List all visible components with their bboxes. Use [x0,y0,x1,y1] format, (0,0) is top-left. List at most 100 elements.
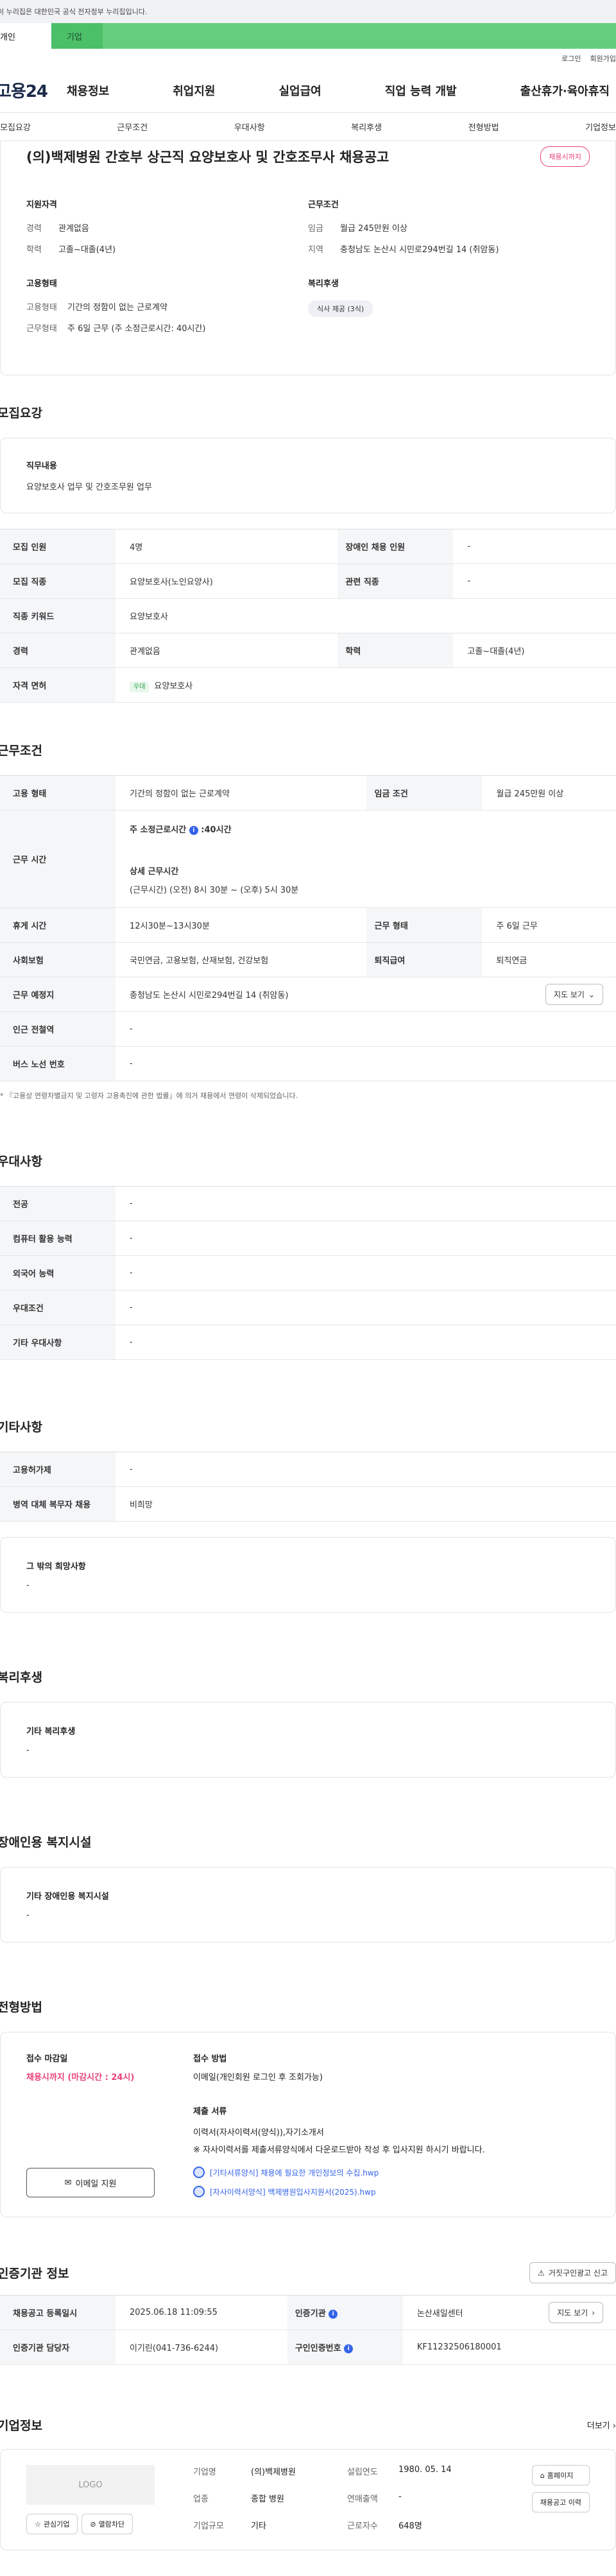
info-icon[interactable]: i [344,2344,354,2353]
related-label: 관련 직종 [338,563,454,599]
employ-type-label: 고용 형태 [0,775,116,811]
download-icon [193,2186,205,2197]
edu-row-label: 학력 [338,633,454,668]
org-value: 논산새일센터 [416,2309,463,2319]
career-label: 경력 [26,224,42,234]
wish-box: 그 밖의 희망사항 - [0,1537,616,1613]
org-cell: 논산새일센터 지도 보기 › [402,2295,616,2330]
agency-map-button[interactable]: 지도 보기 › [549,2302,603,2323]
table-row: 우대조건 - [0,1290,616,1325]
welfare-box-text: - [26,1746,30,1755]
recruit-table: 모집 인원 4명 장애인 채용 인원 - 모집 직종 요양보호사(노인요양사) … [0,529,616,703]
home-icon: ⌂ [540,2471,545,2480]
major-label: 전공 [0,1186,116,1221]
table-row: 인근 전철역 - [0,1011,616,1047]
detail-hours-value: (근무시간) (오전) 8시 30분 ~ (오후) 5시 30분 [130,886,299,895]
disabled-fac-section-title: 장애인용 복지시설 [0,1835,92,1850]
report-button[interactable]: ⚠ 거짓구인광고 신고 [529,2262,616,2283]
user-type-tabs: 개인 기업 [0,23,616,49]
agency-table: 채용공고 등록일시 2025.06.18 11:09:55 인증기관 i 논산새… [0,2295,616,2365]
company-section-title: 기업정보 [0,2419,42,2433]
history-button[interactable]: 채용공고 이력 [531,2492,590,2512]
process-card: 접수 마감일 채용시까지 (마감시간 : 24시) ✉ 이메일 지원 접수 방법… [0,2032,616,2217]
table-row: 자격 면허 우대 요양보호사 [0,667,616,703]
retire-label: 퇴직급여 [366,942,483,977]
favorite-company-button[interactable]: ☆ 관심기업 [26,2514,78,2534]
license-cell: 우대 요양보호사 [116,667,616,703]
gnb-item-employment-support[interactable]: 취업지원 [173,82,215,99]
file-1-label: [기타서류양식] 채용에 필요한 개인정보의 수집.hwp [210,2168,379,2177]
gnb-item-unemployment[interactable]: 실업급여 [279,82,321,99]
tab-company[interactable]: 기업정보 [585,121,616,133]
file-link-1[interactable]: [기타서류양식] 채용에 필요한 개인정보의 수집.hwp [193,2167,590,2178]
license-tag: 우대 [130,682,150,692]
prefer-section-title: 우대사항 [0,1155,42,1169]
career-row-label: 경력 [0,633,116,668]
keyword-value: 요양보호사 [116,598,616,633]
qual-heading: 지원자격 [26,200,57,210]
break-label: 휴게 시간 [0,907,116,943]
wage-cond-value: 월급 245만원 이상 [482,775,616,811]
tab-welfare[interactable]: 복리후생 [351,121,382,133]
method-label: 접수 방법 [193,2054,227,2064]
homepage-label: 홈페이지 [547,2471,574,2480]
reg-date-value: 2025.06.18 11:09:55 [116,2295,287,2330]
tab-personal[interactable]: 개인 [0,23,51,49]
gov-banner-text: 이 누리집은 대한민국 공식 전자정부 누리집입니다. [0,8,148,16]
tab-recruit[interactable]: 모집요강 [0,121,31,133]
table-row: 버스 노선 번호 - [0,1046,616,1081]
trial-label: 고용허가제 [0,1452,116,1487]
license-label: 자격 면허 [0,667,116,703]
docs-label: 제출 서류 [193,2107,227,2117]
gnb-menu: 채용정보 취업지원 실업급여 직업 능력 개발 출산휴가·육아휴직 [67,82,616,99]
table-row: 직종 키워드 요양보호사 [0,598,616,633]
signup-link[interactable]: 회원가입 [590,53,616,64]
age-note: * 『고용상 연령차별금지 및 고령자 고용촉진에 관한 법률』에 의거 채용에… [0,1092,298,1100]
table-row: 고용 형태 기간의 정함이 없는 근로계약 임금 조건 월급 245만원 이상 [0,775,616,811]
count-label: 모집 인원 [0,529,116,564]
company-name-value: (의)백제병원 [251,2468,296,2477]
docs-value: 이력서(자사이력서(양식)),자기소개서 [193,2128,324,2138]
subway-value: - [116,1011,616,1047]
map-button[interactable]: 지도 보기 ⌄ [545,984,603,1005]
military-label: 병역 대체 복무자 채용 [0,1486,116,1522]
bus-label: 버스 노선 번호 [0,1046,116,1081]
tab-prefer[interactable]: 우대사항 [234,121,265,133]
tab-process[interactable]: 전형방법 [468,121,499,133]
tab-business[interactable]: 기업 [51,23,103,49]
worktype-cond-label: 근무 형태 [366,907,483,943]
info-icon[interactable]: i [329,2309,338,2319]
site-logo[interactable]: 고용24 [0,78,67,102]
block-company-button[interactable]: ⊘ 열람차단 [81,2514,133,2534]
homepage-button[interactable]: ⌂ 홈페이지 [531,2465,590,2486]
email-apply-button[interactable]: ✉ 이메일 지원 [26,2168,155,2197]
employees-value: 648명 [398,2521,422,2531]
conditions-section-title: 근무조건 [0,744,42,758]
region-label: 지역 [308,245,323,255]
break-value: 12시30분~13시30분 [116,907,367,943]
gnb-item-leave[interactable]: 출산휴가·육아휴직 [520,82,610,99]
table-row: 컴퓨터 활용 능력 - [0,1221,616,1256]
prefer-cond-value: - [116,1290,616,1325]
login-link[interactable]: 로그인 [561,53,581,64]
job-title: (의)백제병원 간호부 상근직 요양보호사 및 간호조무사 채용공고 [26,150,389,165]
company-more-link[interactable]: 더보기 › [587,2419,616,2431]
disabled-value: - [453,529,616,564]
bus-value: - [116,1046,616,1081]
hours-label: 근무 시간 [0,810,116,908]
gnb-item-training[interactable]: 직업 능력 개발 [385,82,457,99]
file-link-2[interactable]: [자사이력서양식] 백제병원입사지원서(2025).hwp [193,2186,590,2197]
info-icon[interactable]: i [189,825,198,835]
weekly-hours-label: 주 소정근로시간 [130,825,187,835]
gnb-item-jobs[interactable]: 채용정보 [67,82,109,99]
industry-label: 업종 [193,2494,209,2504]
tab-conditions[interactable]: 근무조건 [117,121,148,133]
table-row: 인증기관 담당자 이기린(041-736-6244) 구인인증번호 i KF11… [0,2330,616,2365]
major-value: - [116,1186,616,1221]
size-label: 기업규모 [193,2521,224,2531]
related-value: - [453,563,616,599]
org-label-cell: 인증기관 i [287,2295,403,2330]
block-icon: ⊘ [90,2520,96,2529]
retire-value: 퇴직연금 [482,942,616,977]
table-row: 휴게 시간 12시30분~13시30분 근무 형태 주 6일 근무 [0,907,616,943]
